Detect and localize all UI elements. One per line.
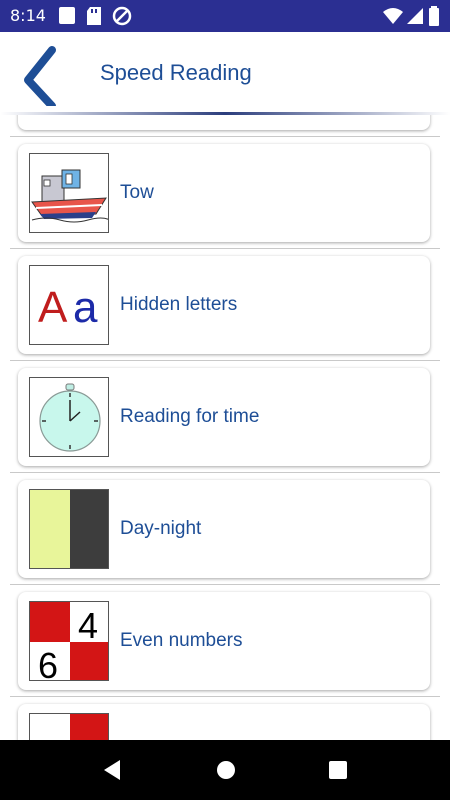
exercise-list[interactable]: Tow A a Hidden letters Reading for time … (0, 115, 450, 740)
back-triangle-icon (104, 760, 120, 780)
number-six: 6 (38, 645, 58, 681)
exercise-label: Tow (120, 182, 154, 203)
letters-aa-icon: A a (38, 283, 98, 332)
list-item: 4 6 Even numbers (10, 585, 440, 697)
notification-square-icon (59, 7, 75, 24)
recents-square-icon (329, 761, 347, 779)
exercise-card-even-numbers[interactable]: 4 6 Even numbers (18, 592, 430, 690)
exercise-label: Day-night (120, 518, 202, 539)
exercise-card-reading-for-time[interactable]: Reading for time (18, 368, 430, 466)
app-bar: Speed Reading (0, 32, 450, 114)
exercise-label: Reading for time (120, 406, 260, 427)
exercise-card-tow[interactable]: Tow (18, 144, 430, 242)
nav-home-button[interactable] (214, 758, 238, 782)
nav-recents-button[interactable] (326, 758, 350, 782)
list-item: Reading for time (10, 361, 440, 473)
list-item (10, 115, 440, 137)
home-circle-icon (217, 761, 235, 779)
battery-icon (429, 6, 439, 26)
list-item (10, 697, 440, 740)
data-saver-icon (112, 6, 132, 26)
status-bar: 8:14 (0, 0, 450, 32)
day-night-icon (30, 490, 108, 568)
boat-icon (31, 169, 108, 223)
page-title: Speed Reading (100, 60, 252, 85)
letter-lower-a: a (73, 283, 98, 332)
sd-card-icon (87, 7, 101, 25)
stopwatch-icon (39, 383, 101, 452)
chevron-left-icon (24, 46, 56, 110)
wifi-icon (383, 8, 403, 24)
next-exercise-icon (70, 714, 108, 740)
status-time: 8:14 (10, 6, 46, 25)
number-four: 4 (78, 605, 98, 646)
exercise-card-partial[interactable] (18, 704, 430, 740)
exercise-label: Even numbers (120, 630, 243, 651)
system-nav-bar (0, 740, 450, 800)
exercise-card-hidden-letters[interactable]: A a Hidden letters (18, 256, 430, 354)
exercise-card-partial[interactable] (18, 115, 430, 130)
exercise-card-day-night[interactable]: Day-night (18, 480, 430, 578)
exercise-label: Hidden letters (120, 294, 238, 315)
numbers-grid-icon: 4 6 (30, 602, 108, 681)
back-button[interactable] (16, 40, 66, 110)
list-item: Tow (10, 137, 440, 249)
letter-upper-a: A (38, 283, 68, 332)
nav-back-button[interactable] (100, 758, 124, 782)
cellular-signal-icon (407, 8, 423, 24)
list-item: A a Hidden letters (10, 249, 440, 361)
list-item: Day-night (10, 473, 440, 585)
